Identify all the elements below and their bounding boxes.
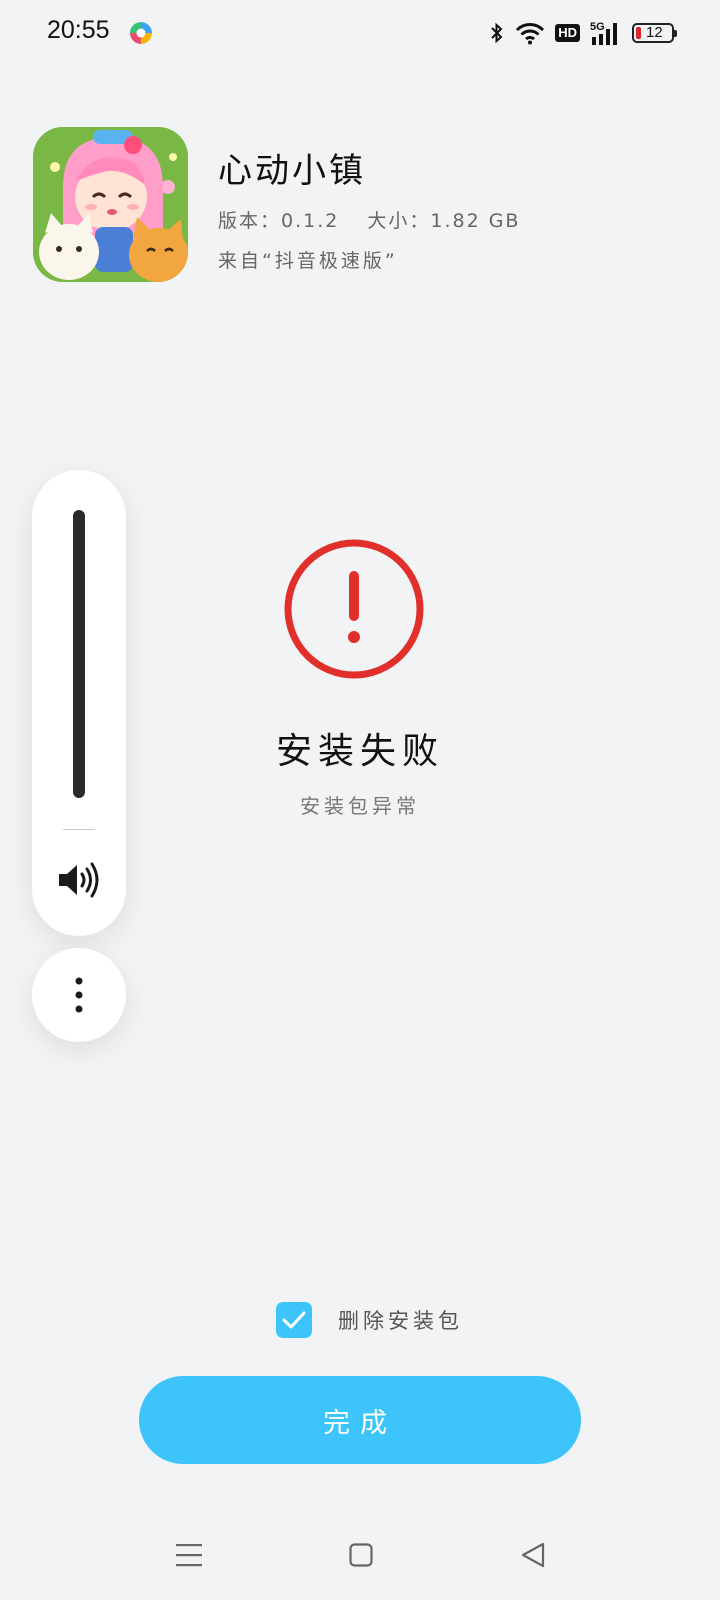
app-size: 大小：1.82 GB [367, 210, 521, 232]
hd-icon: HD [555, 24, 580, 42]
error-title: 安装失败 [275, 731, 444, 772]
error-subtitle: 安装包异常 [300, 794, 420, 818]
back-icon[interactable] [520, 1542, 546, 1568]
volume-divider [63, 829, 95, 830]
check-icon [282, 1311, 306, 1329]
signal-5g-icon: 5G [590, 21, 617, 45]
status-icons: HD 5G 12 [489, 18, 677, 48]
delete-package-checkbox[interactable] [276, 1302, 312, 1338]
error-exclamation-icon [284, 539, 424, 679]
app-name: 心动小镇 [218, 151, 366, 191]
battery-fill [636, 27, 641, 39]
more-vertical-icon [75, 977, 83, 1013]
status-bar: 20:55 HD 5G 12 [0, 0, 720, 64]
home-icon[interactable] [349, 1543, 373, 1567]
menu-icon[interactable] [176, 1543, 202, 1567]
svg-text:5G: 5G [590, 21, 605, 33]
battery-icon: 12 [632, 23, 677, 43]
status-time: 20:55 [47, 16, 110, 44]
delete-package-option[interactable]: 删除安装包 [276, 1302, 463, 1338]
app-source: 来自“抖音极速版” [218, 250, 398, 272]
app-icon [33, 127, 188, 282]
volume-panel[interactable] [32, 470, 126, 936]
done-button[interactable]: 完成 [139, 1376, 581, 1464]
battery-level: 12 [646, 24, 663, 41]
delete-package-label: 删除安装包 [338, 1309, 463, 1333]
bluetooth-icon [491, 22, 503, 44]
app-version: 版本：0.1.2 [218, 210, 340, 232]
wifi-icon [516, 23, 545, 45]
app-meta: 版本：0.1.2 大小：1.82 GB [218, 206, 520, 233]
notification-app-icon [130, 22, 152, 44]
speaker-icon[interactable] [57, 862, 101, 898]
more-options-button[interactable] [32, 948, 126, 1042]
